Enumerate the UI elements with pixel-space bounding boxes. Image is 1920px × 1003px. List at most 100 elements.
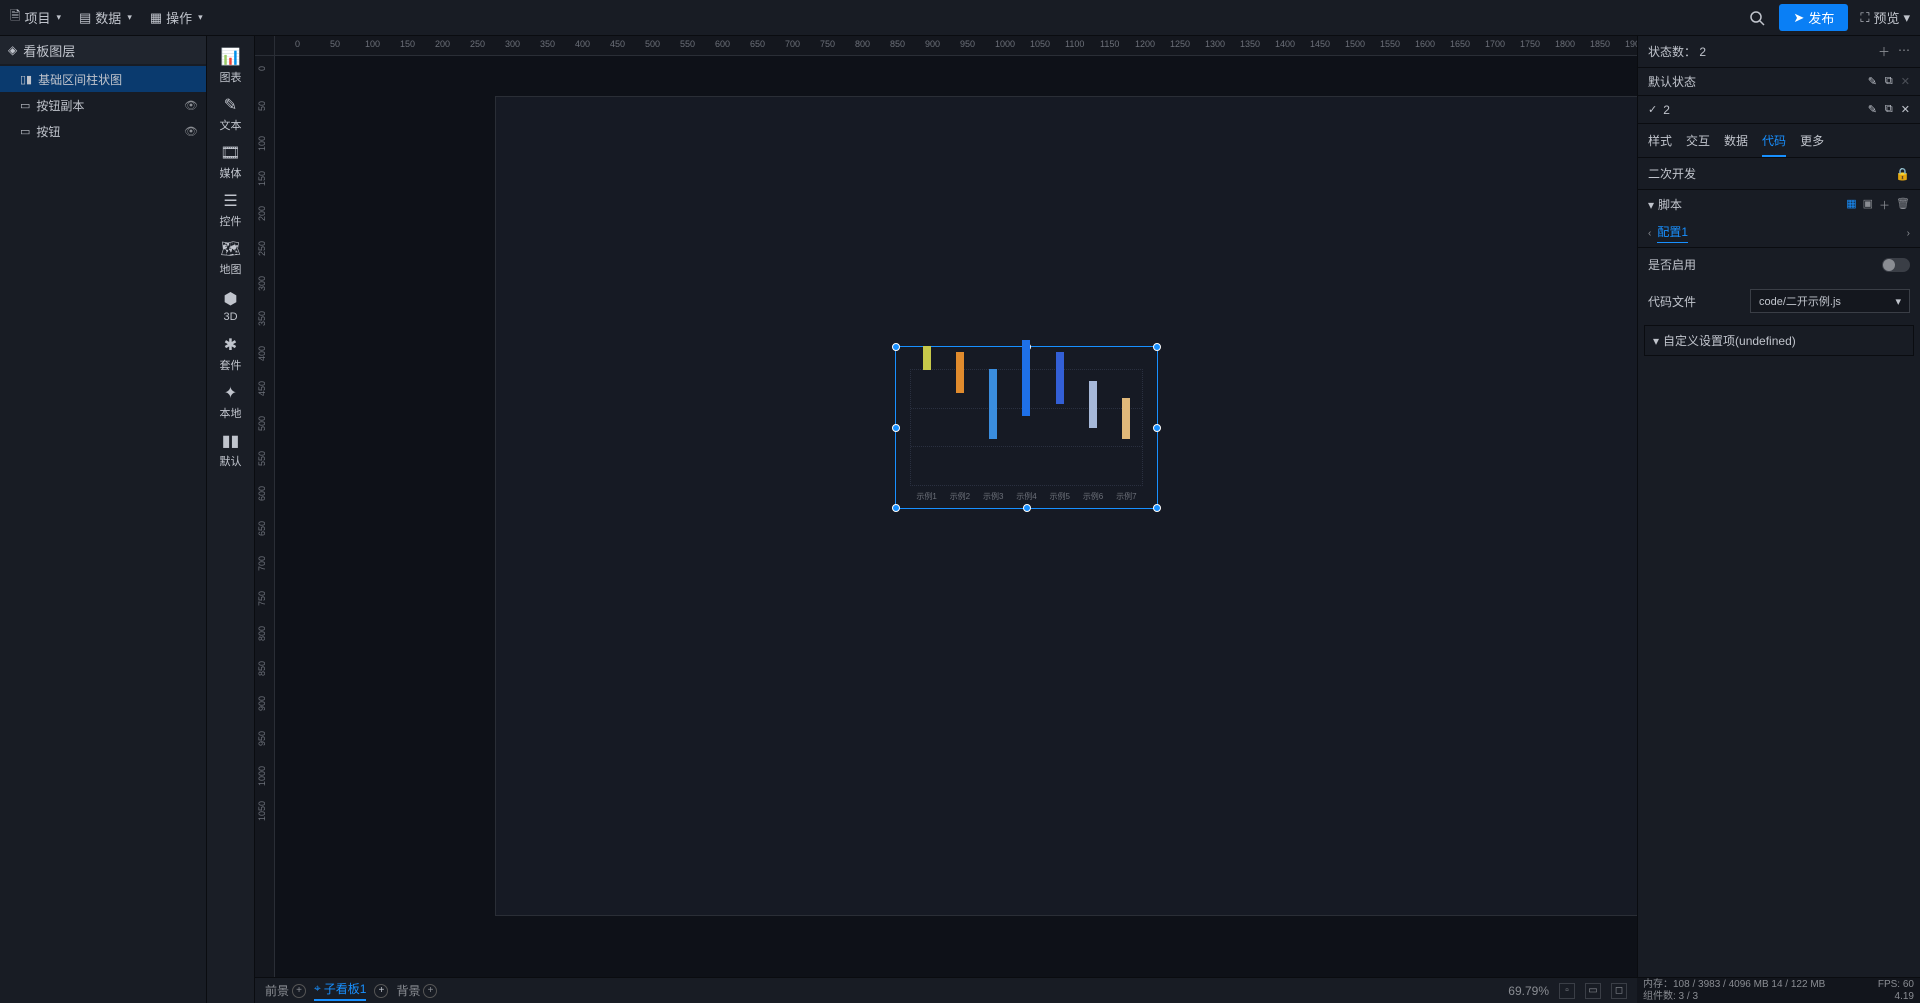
comp-default[interactable]: ▮▮默认 [207, 426, 255, 474]
bottom-tabs: 前景 + ⌖ 子看板1 + 背景 + 69.79% ▫ ▭ ◻ [255, 977, 1637, 1003]
grid-icon[interactable]: ▦ [1846, 197, 1856, 213]
state-2[interactable]: ✓ 2 ✎ ⧉ ✕ [1638, 96, 1920, 124]
tab-data[interactable]: 数据 [1724, 132, 1748, 157]
chevron-right-icon[interactable]: › [1907, 228, 1910, 239]
close-icon: ✕ [1901, 75, 1910, 88]
x-label: 示例6 [1083, 491, 1103, 502]
comp-text[interactable]: ✎文本 [207, 90, 255, 138]
button-icon: ▭ [20, 99, 30, 112]
fullscreen-icon[interactable]: ◻ [1611, 983, 1627, 999]
ruler-corner [255, 36, 275, 56]
add-icon[interactable]: + [292, 984, 306, 998]
close-icon[interactable]: ✕ [1901, 103, 1910, 116]
cube-icon: ⬢ [224, 289, 238, 309]
edit-icon[interactable]: ✎ [1868, 75, 1877, 88]
fit-icon[interactable]: ▫ [1559, 983, 1575, 999]
preview-button[interactable]: ⛶ 预览 ▾ [1860, 8, 1910, 27]
delete-icon[interactable]: 🗑 [1896, 197, 1910, 213]
check-icon: ✓ [1648, 103, 1657, 116]
layout-icon[interactable]: ▣ [1863, 197, 1873, 213]
comp-3d[interactable]: ⬢3D [207, 282, 255, 330]
copy-icon[interactable]: ⧉ [1885, 75, 1893, 88]
component-bar: 📊图表 ✎文本 🎞媒体 ☰控件 🗺地图 ⬢3D ✱套件 ✦本地 ▮▮默认 [207, 36, 255, 1003]
tab-foreground[interactable]: 前景 + [265, 982, 306, 999]
layer-panel: ◈ 看板图层 ▯▮ 基础区间柱状图 ▭ 按钮副本 👁 ▭ 按钮 [0, 36, 207, 1003]
menubar-left: 🗎 项目 ▾ ▤ 数据 ▾ ▦ 操作 ▾ [10, 7, 203, 29]
suite-icon: ✱ [224, 335, 237, 355]
layer-row-chart[interactable]: ▯▮ 基础区间柱状图 [0, 66, 206, 92]
tab-background[interactable]: 背景 + [396, 982, 437, 999]
actual-size-icon[interactable]: ▭ [1585, 983, 1601, 999]
comp-suite[interactable]: ✱套件 [207, 330, 255, 378]
add-icon[interactable]: ＋ [1879, 197, 1890, 213]
layer-row-button-copy[interactable]: ▭ 按钮副本 👁 [0, 92, 206, 118]
comp-local[interactable]: ✦本地 [207, 378, 255, 426]
status-bar: 内存：108 / 3983 / 4096 MB 14 / 122 MB FPS:… [1637, 977, 1920, 1003]
media-icon: 🎞 [220, 143, 240, 163]
menu-project[interactable]: 🗎 项目 ▾ [10, 7, 61, 29]
menu-operate[interactable]: ▦ 操作 ▾ [150, 8, 203, 27]
copy-icon[interactable]: ⧉ [1885, 103, 1893, 116]
puzzle-icon: ✦ [224, 383, 237, 403]
script-section[interactable]: ▾ 脚本 ▦ ▣ ＋ 🗑 [1638, 190, 1920, 219]
control-icon: ☰ [223, 191, 237, 211]
main-layout: ◈ 看板图层 ▯▮ 基础区间柱状图 ▭ 按钮副本 👁 ▭ 按钮 [0, 36, 1920, 1003]
chevron-left-icon[interactable]: ‹ [1648, 228, 1651, 239]
layer-panel-title: 看板图层 [23, 41, 75, 60]
chart-bar [1089, 381, 1097, 428]
config-tab-1[interactable]: 配置1 [1657, 223, 1688, 243]
layer-label: 基础区间柱状图 [38, 71, 122, 88]
cursor-icon: ⌖ [314, 981, 321, 996]
codefile-select[interactable]: code/二开示例.js ▾ [1750, 289, 1910, 313]
eye-icon[interactable]: 👁 [184, 125, 198, 138]
canvas-area[interactable]: 0501001502002503003504004505005506006507… [255, 36, 1637, 1003]
file-icon: 🗎 [10, 7, 20, 29]
menu-data[interactable]: ▤ 数据 ▾ [79, 8, 132, 27]
config-tabs: ‹ 配置1 › [1638, 219, 1920, 248]
x-label: 示例7 [1116, 491, 1136, 502]
chart-bar [1022, 340, 1030, 416]
default-icon: ▮▮ [222, 431, 240, 451]
tabs-right: 69.79% ▫ ▭ ◻ [1508, 983, 1627, 999]
lock-icon[interactable]: 🔒 [1895, 167, 1910, 181]
layer-panel-header: ◈ 看板图层 [0, 36, 206, 64]
bar-chart-icon: ▯▮ [20, 73, 32, 86]
tab-interact[interactable]: 交互 [1686, 132, 1710, 157]
layer-label: 按钮副本 [36, 97, 84, 114]
publish-button[interactable]: ➤ 发布 [1779, 4, 1848, 31]
comp-map[interactable]: 🗺地图 [207, 234, 255, 282]
add-tab-icon[interactable]: + [374, 984, 388, 998]
search-icon[interactable] [1747, 8, 1767, 28]
layer-row-button[interactable]: ▭ 按钮 👁 [0, 118, 206, 144]
eye-icon[interactable]: 👁 [184, 99, 198, 112]
chart-icon: 📊 [221, 47, 241, 67]
menubar-right: ➤ 发布 ⛶ 预览 ▾ [1747, 4, 1910, 31]
chart-bar [1122, 398, 1130, 439]
add-state-icon[interactable]: ＋ [1878, 43, 1890, 60]
menu-project-label: 项目 [24, 8, 50, 27]
tab-style[interactable]: 样式 [1648, 132, 1672, 157]
ruler-horizontal: 0501001502002503003504004505005506006507… [275, 36, 1637, 56]
x-label: 示例1 [916, 491, 936, 502]
add-icon[interactable]: + [423, 984, 437, 998]
menu-operate-label: 操作 [166, 8, 192, 27]
tab-code[interactable]: 代码 [1762, 132, 1786, 157]
custom-settings-row[interactable]: ▾ 自定义设置项(undefined) [1644, 325, 1914, 356]
layers-icon: ◈ [8, 43, 17, 57]
chevron-down-icon: ▾ [1648, 198, 1654, 212]
property-panel: 状态数： 2 ＋ ⋯ 默认状态 ✎ ⧉ ✕ ✓ 2 ✎ [1637, 36, 1920, 1003]
preview-label: 预览 [1873, 8, 1899, 27]
edit-icon[interactable]: ✎ [1868, 103, 1877, 116]
enable-toggle[interactable] [1882, 258, 1910, 272]
chevron-down-icon: ▾ [1653, 334, 1659, 348]
comp-control[interactable]: ☰控件 [207, 186, 255, 234]
tab-more[interactable]: 更多 [1800, 132, 1824, 157]
comp-media[interactable]: 🎞媒体 [207, 138, 255, 186]
state-default[interactable]: 默认状态 ✎ ⧉ ✕ [1638, 68, 1920, 96]
send-icon: ➤ [1793, 10, 1804, 26]
tab-subboard[interactable]: ⌖ 子看板1 [314, 980, 366, 1001]
grid-icon: ▦ [150, 10, 162, 26]
more-icon[interactable]: ⋯ [1898, 43, 1910, 60]
selected-element[interactable]: 示例1示例2示例3示例4示例5示例6示例7 [895, 346, 1158, 509]
comp-chart[interactable]: 📊图表 [207, 42, 255, 90]
